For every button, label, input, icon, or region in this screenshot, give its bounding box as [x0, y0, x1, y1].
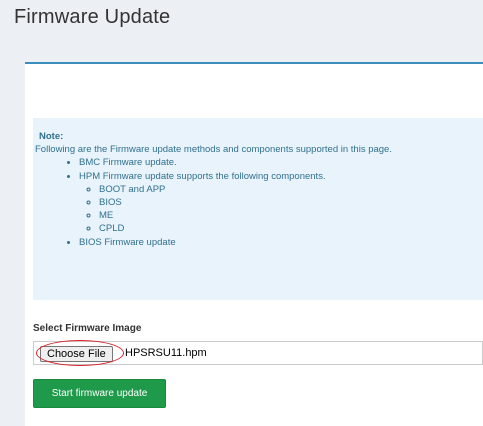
list-item: BOOT and APP — [99, 183, 483, 196]
list-item: BMC Firmware update. — [79, 156, 483, 169]
list-item: BIOS — [99, 196, 483, 209]
list-item: ME — [99, 209, 483, 222]
update-methods-list: BMC Firmware update. HPM Firmware update… — [39, 156, 483, 248]
method-hpm-label: HPM Firmware update supports the followi… — [79, 170, 326, 182]
list-item: CPLD — [99, 222, 483, 235]
note-intro: Following are the Firmware update method… — [35, 144, 392, 156]
select-firmware-label: Select Firmware Image — [33, 323, 142, 334]
list-item: HPM Firmware update supports the followi… — [79, 170, 483, 236]
method-bios-label: BIOS Firmware update — [79, 236, 176, 248]
firmware-update-panel: Note: Following are the Firmware update … — [25, 62, 483, 426]
hpm-components-list: BOOT and APP BIOS ME CPLD — [79, 183, 483, 236]
note-panel: Note: Following are the Firmware update … — [33, 118, 483, 300]
firmware-update-page: Firmware Update Note: Following are the … — [0, 0, 483, 426]
choose-file-button[interactable]: Choose File — [40, 346, 113, 362]
start-firmware-update-button[interactable]: Start firmware update — [33, 379, 166, 408]
method-bmc-label: BMC Firmware update. — [79, 157, 177, 169]
list-item: BIOS Firmware update — [79, 236, 483, 249]
page-title: Firmware Update — [14, 6, 171, 28]
selected-file-name: HPSRSU11.hpm — [125, 347, 207, 359]
firmware-file-input[interactable]: Choose File HPSRSU11.hpm — [33, 340, 483, 366]
note-title: Note: — [39, 131, 64, 142]
